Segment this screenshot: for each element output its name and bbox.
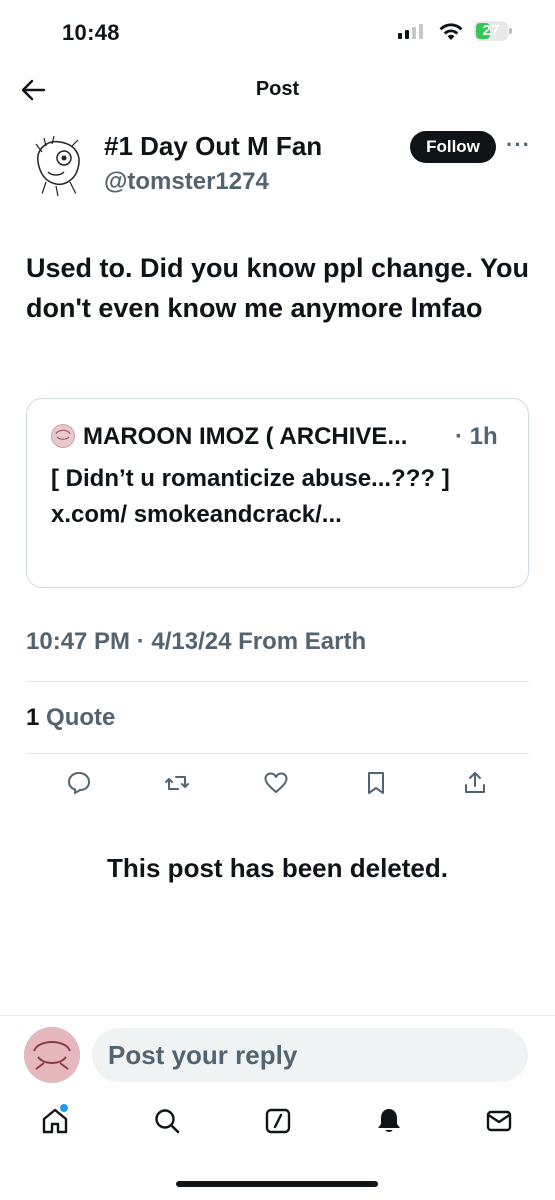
- heart-icon[interactable]: [263, 770, 289, 796]
- quote-count-link[interactable]: 1 Quote: [26, 704, 115, 732]
- bottom-tab-bar: [0, 1104, 555, 1146]
- cellular-signal-icon: [398, 24, 423, 39]
- reply-input[interactable]: Post your reply: [92, 1028, 528, 1082]
- grok-icon[interactable]: [263, 1106, 293, 1136]
- divider: [0, 1015, 555, 1016]
- user-avatar[interactable]: [24, 1027, 80, 1083]
- mail-icon[interactable]: [484, 1106, 514, 1136]
- search-icon[interactable]: [152, 1106, 182, 1136]
- bell-icon[interactable]: [374, 1106, 404, 1136]
- deleted-notice: This post has been deleted.: [107, 853, 448, 883]
- post-actions: [0, 770, 555, 806]
- quoted-post[interactable]: MAROON IMOZ ( ARCHIVE... · 1h [ Didn’t u…: [26, 398, 529, 588]
- author-handle[interactable]: @tomster1274: [104, 168, 269, 196]
- home-indicator: [176, 1181, 378, 1187]
- repost-icon[interactable]: [164, 770, 190, 796]
- quote-label: Quote: [46, 704, 116, 731]
- divider: [26, 753, 529, 754]
- follow-button[interactable]: Follow: [410, 131, 496, 163]
- wifi-icon: [439, 23, 463, 40]
- author-avatar[interactable]: [26, 132, 92, 198]
- battery-icon: 27: [474, 21, 512, 41]
- author-display-name[interactable]: #1 Day Out M Fan: [104, 131, 322, 162]
- quoted-author-name: MAROON IMOZ ( ARCHIVE...: [83, 423, 408, 450]
- post-timestamp[interactable]: 10:47 PM · 4/13/24 From Earth: [26, 628, 366, 656]
- quoted-post-time: · 1h: [455, 423, 498, 450]
- battery-level: 27: [482, 22, 500, 39]
- quote-count: 1: [26, 704, 40, 731]
- reply-icon[interactable]: [66, 770, 92, 796]
- quoted-author-avatar: [51, 424, 75, 448]
- notification-dot: [60, 1104, 68, 1112]
- share-icon[interactable]: [462, 770, 488, 796]
- page-title: Post: [255, 78, 300, 100]
- divider: [26, 681, 529, 682]
- post-text: Used to. Did you know ppl change. You do…: [26, 253, 530, 323]
- bookmark-icon[interactable]: [363, 770, 389, 796]
- status-time: 10:48: [62, 20, 120, 45]
- more-options-icon[interactable]: ···: [506, 132, 531, 158]
- quoted-post-text: [ Didn’t u romanticize abuse...??? ] x.c…: [51, 465, 450, 528]
